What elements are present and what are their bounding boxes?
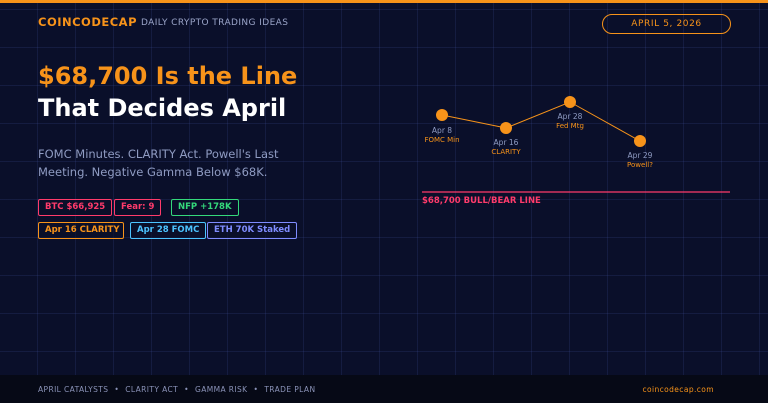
- footer-item: TRADE PLAN: [264, 385, 316, 394]
- chip-eth-staked: ETH 70K Staked: [207, 222, 298, 239]
- headline-line-2: That Decides April: [38, 94, 287, 122]
- timeline-date-3: Apr 28: [558, 112, 583, 121]
- timeline-label-4: Powell?: [627, 161, 653, 169]
- footer-separator: •: [114, 385, 120, 394]
- timeline-label-2: CLARITY: [491, 148, 521, 156]
- timeline-label-1: FOMC Min: [424, 136, 459, 144]
- chip-clarity-date: Apr 16 CLARITY: [38, 222, 124, 239]
- timeline-point-3: [564, 96, 576, 108]
- footer-item: CLARITY ACT: [125, 385, 179, 394]
- timeline-point-2: [500, 122, 512, 134]
- footer-site-link[interactable]: coincodecap.com: [642, 385, 714, 394]
- footer-item: APRIL CATALYSTS: [38, 385, 109, 394]
- brand-logo: COINCODECAP: [38, 15, 138, 29]
- timeline-label-3: Fed Mtg: [556, 122, 584, 130]
- chip-btc-price: BTC $66,925: [38, 199, 113, 216]
- footer-separator: •: [184, 385, 189, 394]
- timeline-date-1: Apr 8: [432, 126, 452, 135]
- chip-nfp: NFP +178K: [171, 199, 239, 216]
- headline-line-1: $68,700 Is the Line: [38, 62, 298, 90]
- date-badge: APRIL 5, 2026: [602, 14, 731, 34]
- chip-fear-index: Fear: 9: [114, 199, 162, 216]
- timeline-date-2: Apr 16: [494, 138, 519, 147]
- chip-fomc-date: Apr 28 FOMC: [130, 222, 207, 239]
- tagline: DAILY CRYPTO TRADING IDEAS: [141, 18, 289, 28]
- footer-separator: •: [253, 385, 259, 394]
- timeline-date-4: Apr 29: [628, 151, 653, 160]
- subtitle: FOMC Minutes. CLARITY Act. Powell's Last…: [38, 147, 279, 179]
- bull-bear-line-label: $68,700 BULL/BEAR LINE: [422, 196, 541, 206]
- timeline-point-1: [436, 109, 448, 121]
- footer-topics: APRIL CATALYSTS • CLARITY ACT • GAMMA RISK • T…: [38, 385, 315, 394]
- catalyst-timeline: Apr 8 FOMC Min Apr 16 CLARITY Apr 28 Fed…: [422, 96, 730, 206]
- timeline-point-4: [634, 135, 646, 147]
- timeline-connector: [441, 101, 641, 142]
- footer: APRIL CATALYSTS • CLARITY ACT • GAMMA RISK • T…: [0, 375, 768, 403]
- footer-item: GAMMA RISK: [194, 385, 248, 394]
